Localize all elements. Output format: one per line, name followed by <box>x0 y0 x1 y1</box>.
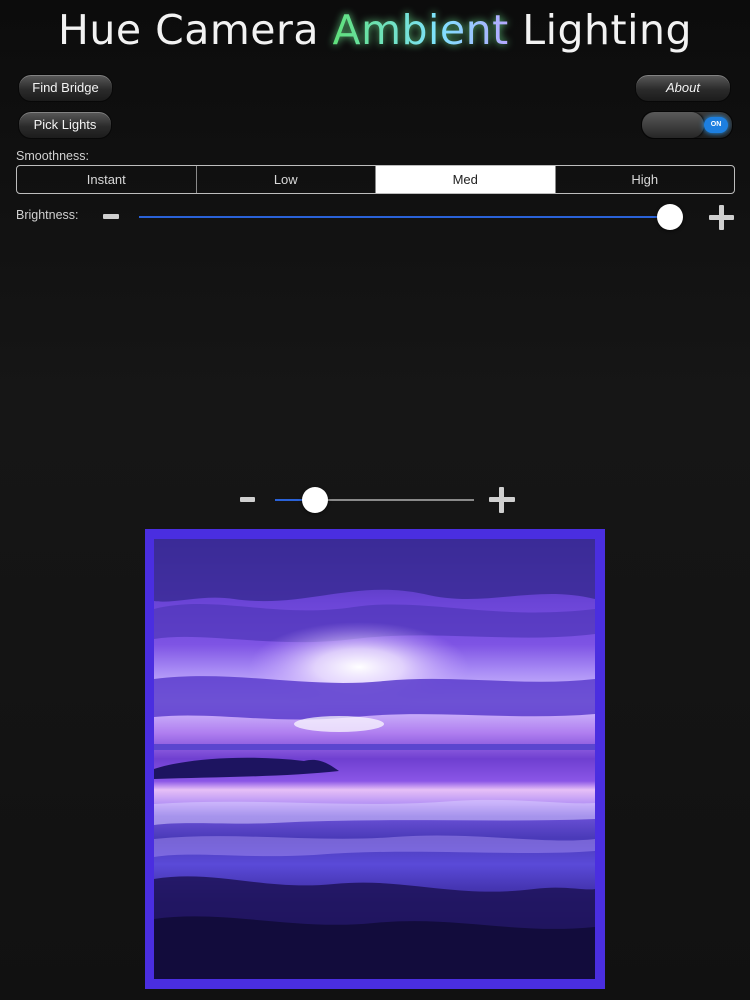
brightness-slider-track[interactable] <box>139 216 681 218</box>
brightness-slider-thumb[interactable] <box>657 204 684 230</box>
zoom-minus-icon[interactable] <box>240 497 255 502</box>
camera-preview-frame <box>145 529 605 989</box>
brightness-slider-fill <box>139 216 671 218</box>
lighting-toggle[interactable]: ON <box>641 111 733 139</box>
smoothness-option-med[interactable]: Med <box>376 166 556 193</box>
camera-preview-image <box>154 539 595 979</box>
smoothness-segmented-control: Instant Low Med High <box>16 165 735 194</box>
smoothness-option-high[interactable]: High <box>556 166 735 193</box>
smoothness-label: Smoothness: <box>16 149 89 163</box>
app-title: Hue Camera Ambient Lighting <box>0 6 750 54</box>
title-suffix: Lighting <box>508 6 692 54</box>
zoom-slider-thumb[interactable] <box>301 487 328 513</box>
brightness-label: Brightness: <box>16 208 79 222</box>
pick-lights-button[interactable]: Pick Lights <box>18 111 112 139</box>
find-bridge-button[interactable]: Find Bridge <box>18 74 113 102</box>
brightness-plus-icon[interactable] <box>709 205 734 230</box>
title-highlight: Ambient <box>332 6 509 54</box>
title-prefix: Hue Camera <box>58 6 333 54</box>
smoothness-option-low[interactable]: Low <box>197 166 376 193</box>
toggle-on-label: ON <box>704 117 728 133</box>
sunset-ocean-illustration <box>154 539 595 979</box>
zoom-plus-icon[interactable] <box>489 487 515 513</box>
brightness-minus-icon[interactable] <box>103 214 119 219</box>
toggle-knob <box>642 112 704 138</box>
smoothness-option-instant[interactable]: Instant <box>17 166 197 193</box>
about-button[interactable]: About <box>635 74 731 102</box>
